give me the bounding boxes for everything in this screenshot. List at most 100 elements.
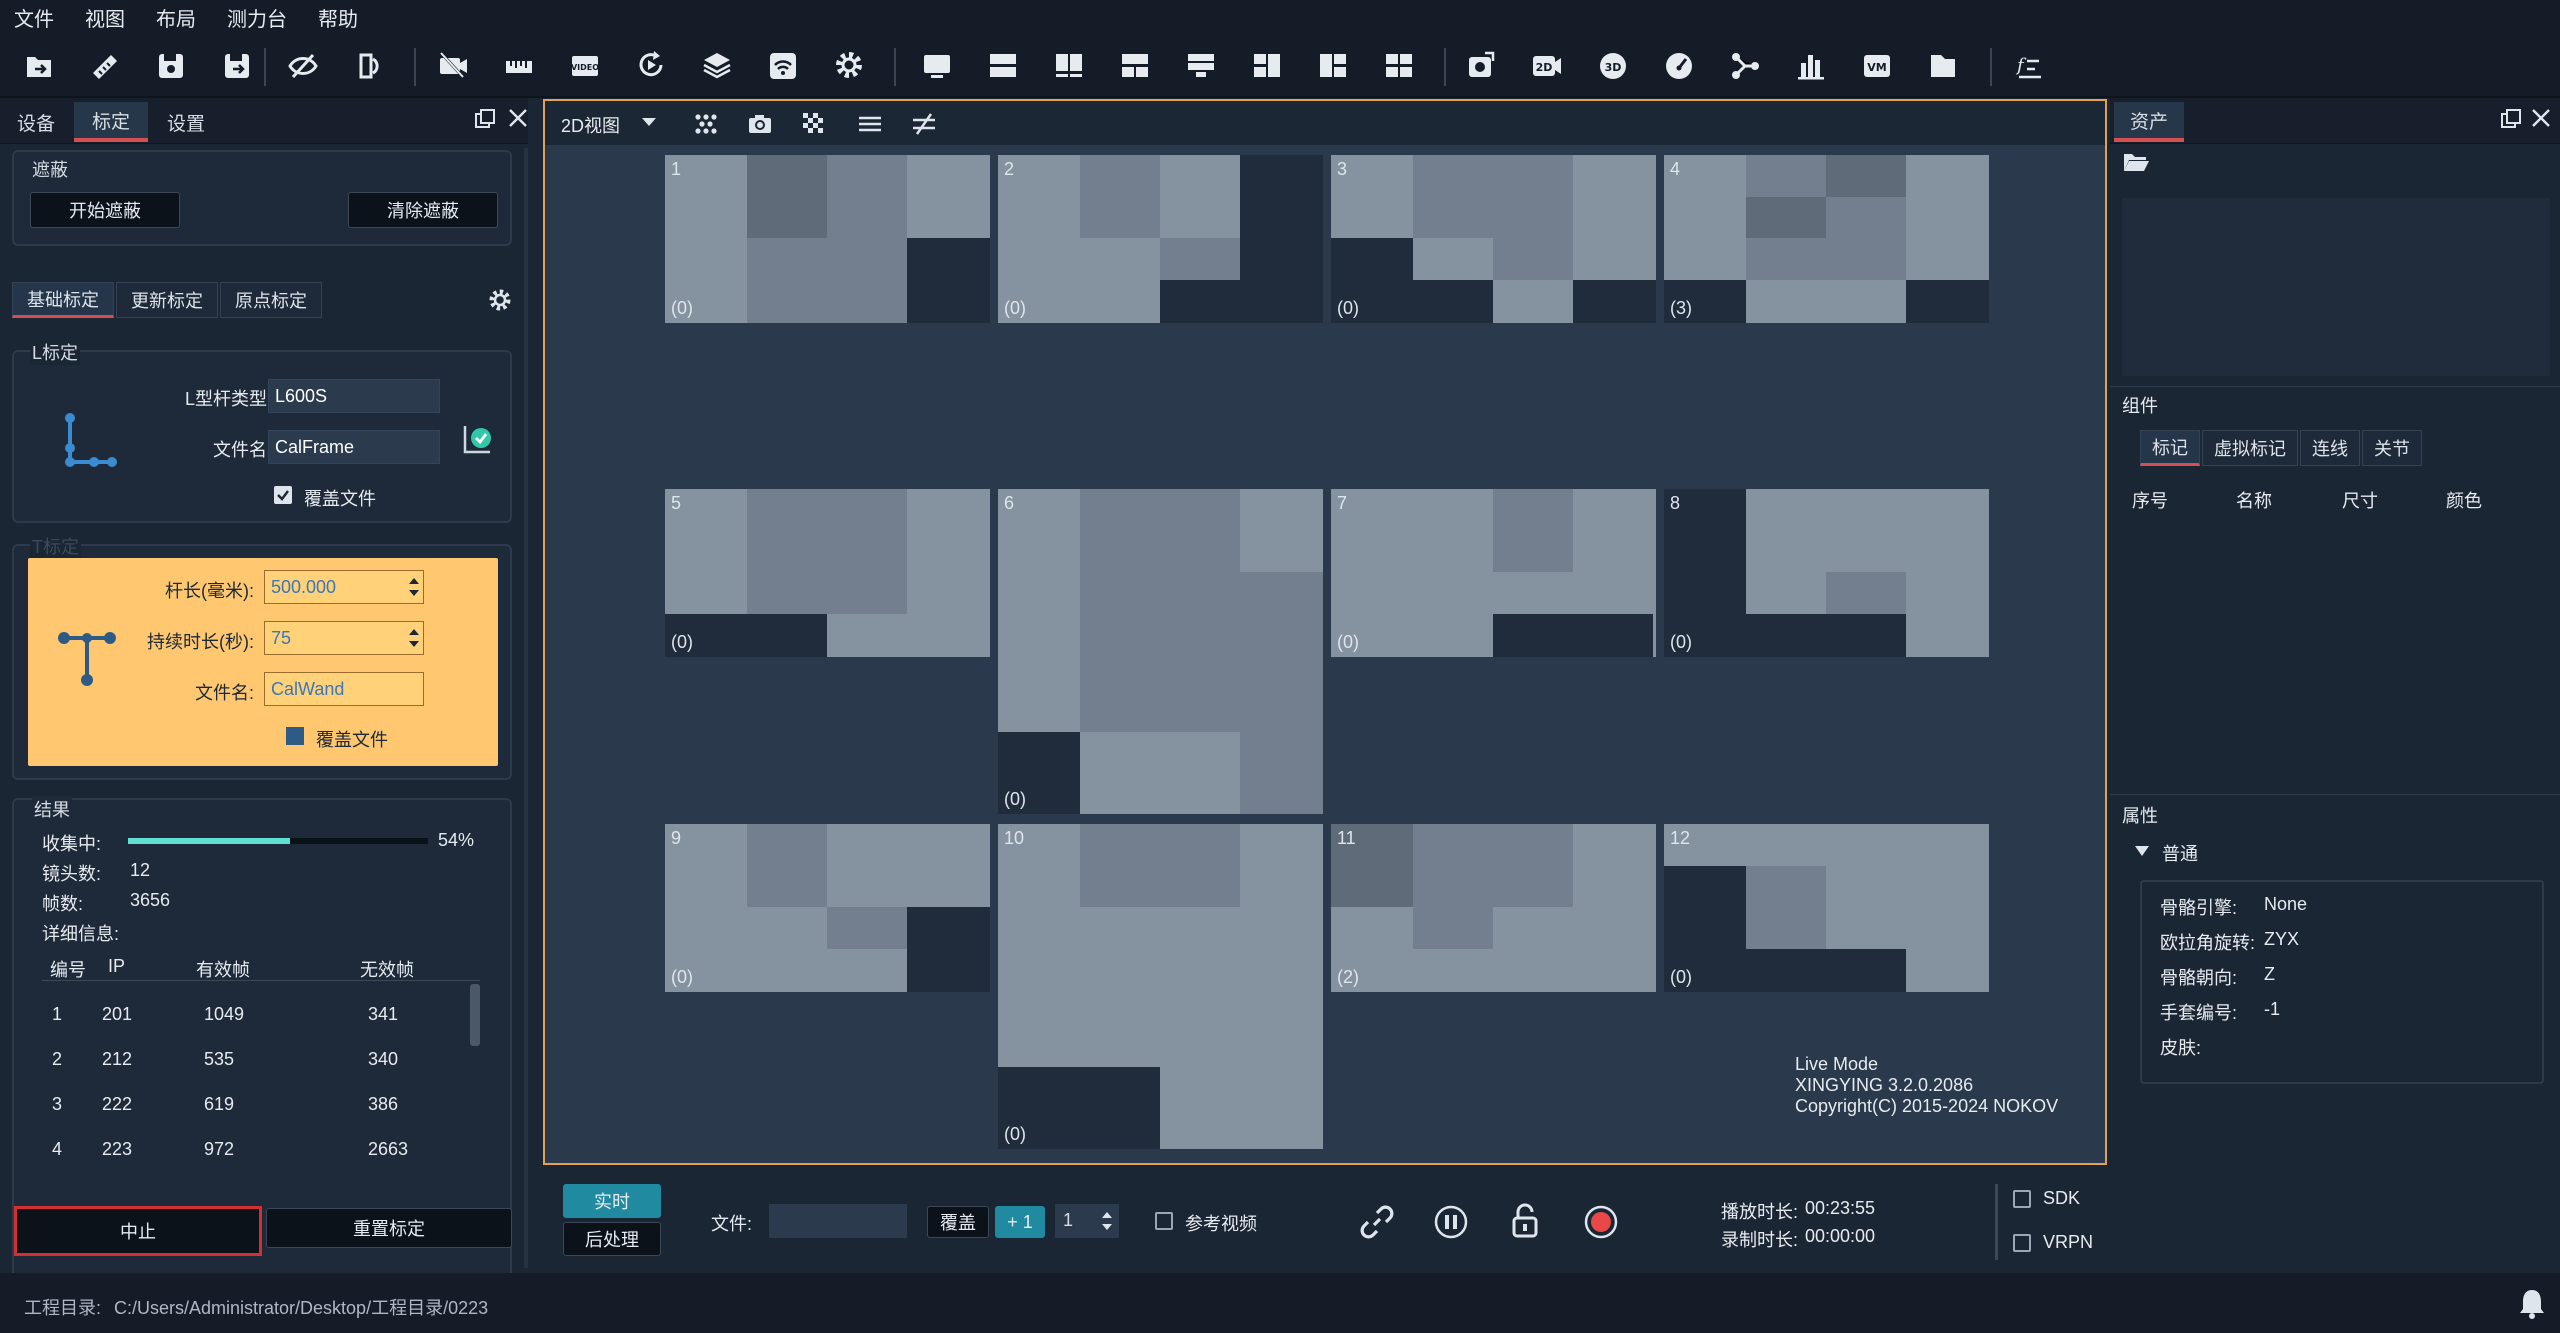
- table-row[interactable]: 4 223 972 2663: [42, 1129, 462, 1169]
- l-type-field[interactable]: L600S: [268, 379, 440, 413]
- clear-mask-button[interactable]: 清除遮蔽: [348, 192, 498, 228]
- prop-value[interactable]: ZYX: [2264, 929, 2299, 950]
- tab-joints[interactable]: 关节: [2362, 430, 2422, 466]
- snapshot-camera-icon[interactable]: [747, 111, 773, 137]
- settings-icon[interactable]: [828, 46, 870, 86]
- layout-3-icon[interactable]: [1048, 46, 1090, 86]
- layers-icon[interactable]: [696, 46, 738, 86]
- camera-view-9[interactable]: 9 (0): [665, 824, 990, 992]
- record-icon[interactable]: [1583, 1204, 1619, 1240]
- overwrite-button[interactable]: 覆盖: [927, 1206, 989, 1238]
- float-panel-icon[interactable]: [474, 108, 496, 130]
- left-scrollbar[interactable]: [524, 148, 528, 1268]
- tab-markers[interactable]: 标记: [2140, 430, 2200, 466]
- t-length-spinbox[interactable]: 500.000: [264, 570, 424, 604]
- camera-view-10[interactable]: 10 (0): [998, 824, 1323, 1149]
- open-folder-icon[interactable]: [2122, 150, 2150, 176]
- tab-update-calib[interactable]: 更新标定: [116, 282, 218, 318]
- camera-view-5[interactable]: 5 (0): [665, 489, 990, 657]
- vm-icon[interactable]: VM: [1856, 46, 1898, 86]
- camera-view-11[interactable]: 11 (2): [1331, 824, 1656, 992]
- video-icon[interactable]: VIDEO: [564, 46, 606, 86]
- unlock-icon[interactable]: [1507, 1202, 1543, 1240]
- measure-icon[interactable]: [498, 46, 540, 86]
- tab-links[interactable]: 连线: [2300, 430, 2360, 466]
- menu-forceplate[interactable]: 测力台: [227, 3, 287, 32]
- menu-layout[interactable]: 布局: [156, 3, 196, 32]
- tab-calibration[interactable]: 标定: [74, 102, 148, 142]
- postprocess-button[interactable]: 后处理: [563, 1222, 661, 1256]
- close-panel-icon[interactable]: [507, 107, 531, 131]
- sdk-checkbox[interactable]: [2013, 1190, 2031, 1208]
- markers-icon[interactable]: [693, 111, 719, 137]
- l-file-field[interactable]: CalFrame: [268, 430, 440, 464]
- layout-8-icon[interactable]: [1378, 46, 1420, 86]
- table-scrollbar[interactable]: [470, 984, 480, 1046]
- t-overwrite-checkbox[interactable]: [286, 727, 304, 745]
- checkerboard-icon[interactable]: [801, 111, 827, 137]
- layout-6-icon[interactable]: [1246, 46, 1288, 86]
- tab-basic-calib[interactable]: 基础标定: [12, 282, 114, 318]
- plus-one-button[interactable]: + 1: [995, 1206, 1045, 1238]
- save-as-icon[interactable]: [216, 46, 258, 86]
- camera-view-6[interactable]: 6 (0): [998, 489, 1323, 814]
- save-icon[interactable]: [150, 46, 192, 86]
- camera-view-7[interactable]: 7 (0): [1331, 489, 1656, 657]
- asset-list[interactable]: [2122, 198, 2550, 376]
- ref-video-checkbox[interactable]: [1155, 1212, 1173, 1230]
- bar-chart-icon[interactable]: [1790, 46, 1832, 86]
- hide-icon[interactable]: [282, 46, 324, 86]
- open-project-icon[interactable]: [18, 46, 60, 86]
- layout-4-icon[interactable]: [1114, 46, 1156, 86]
- view-mode-dropdown-icon[interactable]: [641, 115, 659, 129]
- link-icon[interactable]: [1359, 1204, 1395, 1240]
- camera-view-3[interactable]: 3 (0): [1331, 155, 1656, 323]
- ruler-icon[interactable]: [84, 46, 126, 86]
- t-duration-spin-arrows-icon[interactable]: [406, 625, 422, 651]
- collapse-arrow-icon[interactable]: [2134, 844, 2150, 858]
- prop-value[interactable]: Z: [2264, 964, 2275, 985]
- view-mode-label[interactable]: 2D视图: [561, 112, 620, 138]
- menu-file[interactable]: 文件: [14, 3, 54, 32]
- camera-view-1[interactable]: 1 (0): [665, 155, 990, 323]
- tab-settings[interactable]: 设置: [150, 102, 222, 142]
- l-overwrite-checkbox[interactable]: [274, 486, 292, 504]
- menu-view[interactable]: 视图: [85, 3, 125, 32]
- 3d-icon[interactable]: 3D: [1592, 46, 1634, 86]
- refresh-icon[interactable]: [630, 46, 672, 86]
- camera-rotate-icon[interactable]: [1460, 46, 1502, 86]
- step-spin-arrows-icon[interactable]: [1099, 1208, 1115, 1234]
- swap-icon[interactable]: [348, 46, 390, 86]
- realtime-button[interactable]: 实时: [563, 1184, 661, 1218]
- layout-2-icon[interactable]: [982, 46, 1024, 86]
- t-file-field[interactable]: CalWand: [264, 672, 424, 706]
- 2d-icon[interactable]: 2D: [1526, 46, 1568, 86]
- float-right-panel-icon[interactable]: [2500, 108, 2522, 130]
- notification-bell-icon[interactable]: [2518, 1287, 2546, 1319]
- calib-settings-gear-icon[interactable]: [486, 286, 514, 314]
- lines-icon[interactable]: [857, 111, 883, 137]
- document-icon[interactable]: [1922, 46, 1964, 86]
- camera-view-8[interactable]: 8 (0): [1664, 489, 1989, 657]
- stop-button[interactable]: 中止: [14, 1206, 262, 1256]
- t-length-spin-arrows-icon[interactable]: [406, 574, 422, 600]
- wifi-icon[interactable]: [762, 46, 804, 86]
- 2d-viewport[interactable]: 2D视图 1 (0) 2 (0) 3 (0) 4 (3) 5 (0) 6 (0) 7 (0) 8 (0) 9 (0…: [543, 99, 2107, 1165]
- start-mask-button[interactable]: 开始遮蔽: [30, 192, 180, 228]
- close-right-panel-icon[interactable]: [2530, 107, 2554, 131]
- camera-view-2[interactable]: 2 (0): [998, 155, 1323, 323]
- menu-help[interactable]: 帮助: [318, 3, 358, 32]
- camera-view-12[interactable]: 12 (0): [1664, 824, 1989, 992]
- speedometer-icon[interactable]: [1658, 46, 1700, 86]
- layout-7-icon[interactable]: [1312, 46, 1354, 86]
- tab-virtual-markers[interactable]: 虚拟标记: [2202, 430, 2298, 466]
- file-field[interactable]: [769, 1204, 907, 1238]
- calib-chart-check-icon[interactable]: [462, 422, 494, 458]
- pause-icon[interactable]: [1433, 1204, 1469, 1240]
- table-row[interactable]: 3 222 619 386: [42, 1084, 462, 1124]
- camera-off-icon[interactable]: [432, 46, 474, 86]
- vrpn-checkbox[interactable]: [2013, 1234, 2031, 1252]
- prop-value[interactable]: -1: [2264, 999, 2280, 1020]
- tab-origin-calib[interactable]: 原点标定: [220, 282, 322, 318]
- table-row[interactable]: 2 212 535 340: [42, 1039, 462, 1079]
